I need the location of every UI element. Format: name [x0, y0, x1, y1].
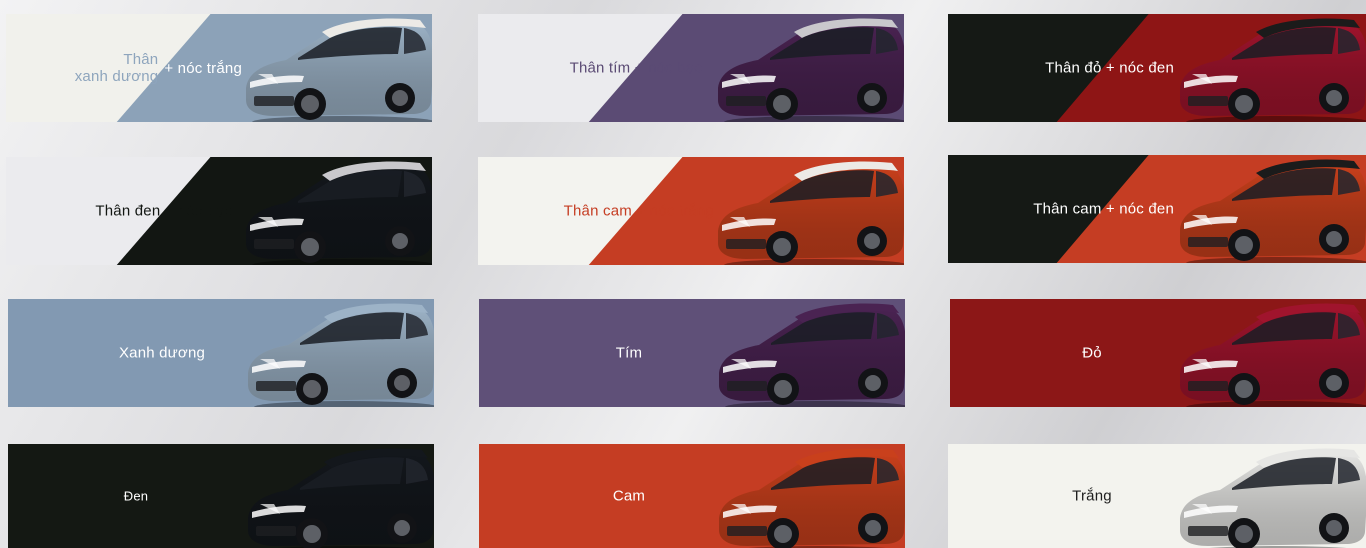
color-option-mono-blue[interactable]: Xanh dương — [8, 299, 434, 407]
color-option-mono-purple[interactable]: Tím — [479, 299, 905, 407]
color-option-two-tone-purple-silver[interactable]: Thân tím + nóc bạc — [478, 14, 904, 122]
car-image — [718, 18, 904, 122]
color-label: Xanh dương — [118, 344, 206, 362]
car-image — [246, 18, 432, 122]
color-label: Thân cam + nóc đen — [1033, 200, 1174, 218]
color-label: Thân đen + nóc bạc — [95, 202, 232, 220]
color-option-mono-red[interactable]: Đỏ — [950, 299, 1366, 407]
color-label: Thân tím + nóc bạc — [569, 59, 702, 77]
car-image — [248, 448, 434, 548]
color-label: Cam — [612, 487, 646, 505]
color-label: Thân đỏ + nóc đen — [1045, 59, 1174, 77]
car-image — [718, 161, 904, 265]
color-label-roof: + nóc trắng — [164, 59, 242, 77]
car-image — [1180, 448, 1366, 548]
color-option-two-tone-orange-white[interactable]: Thân cam + nóc trắng — [478, 157, 904, 265]
color-label: Tím — [615, 344, 643, 362]
color-label: Trắng — [1072, 487, 1112, 505]
color-label: Đỏ — [1082, 344, 1102, 362]
color-option-two-tone-blue-white[interactable]: Thân xanh dương + nóc trắng — [6, 14, 432, 122]
color-label-body: Thân xanh dương — [74, 51, 159, 85]
color-option-two-tone-red-black[interactable]: Thân đỏ + nóc đen — [948, 14, 1366, 122]
color-option-mono-black[interactable]: Đen — [8, 444, 434, 548]
color-option-mono-orange[interactable]: Cam — [479, 444, 905, 548]
car-image — [719, 303, 905, 407]
car-image — [1180, 303, 1366, 407]
car-image — [248, 303, 434, 407]
car-image — [246, 161, 432, 265]
car-image — [719, 448, 905, 548]
color-label: Thân cam + nóc trắng — [563, 202, 714, 220]
color-option-two-tone-black-silver[interactable]: Thân đen + nóc bạc — [6, 157, 432, 265]
car-image — [1180, 159, 1366, 263]
color-label: Thân xanh dương + nóc trắng — [75, 51, 242, 85]
color-option-two-tone-orange-black[interactable]: Thân cam + nóc đen — [948, 155, 1366, 263]
color-label: Đen — [123, 488, 149, 504]
car-image — [1180, 18, 1366, 122]
color-option-mono-white[interactable]: Trắng — [948, 444, 1366, 548]
